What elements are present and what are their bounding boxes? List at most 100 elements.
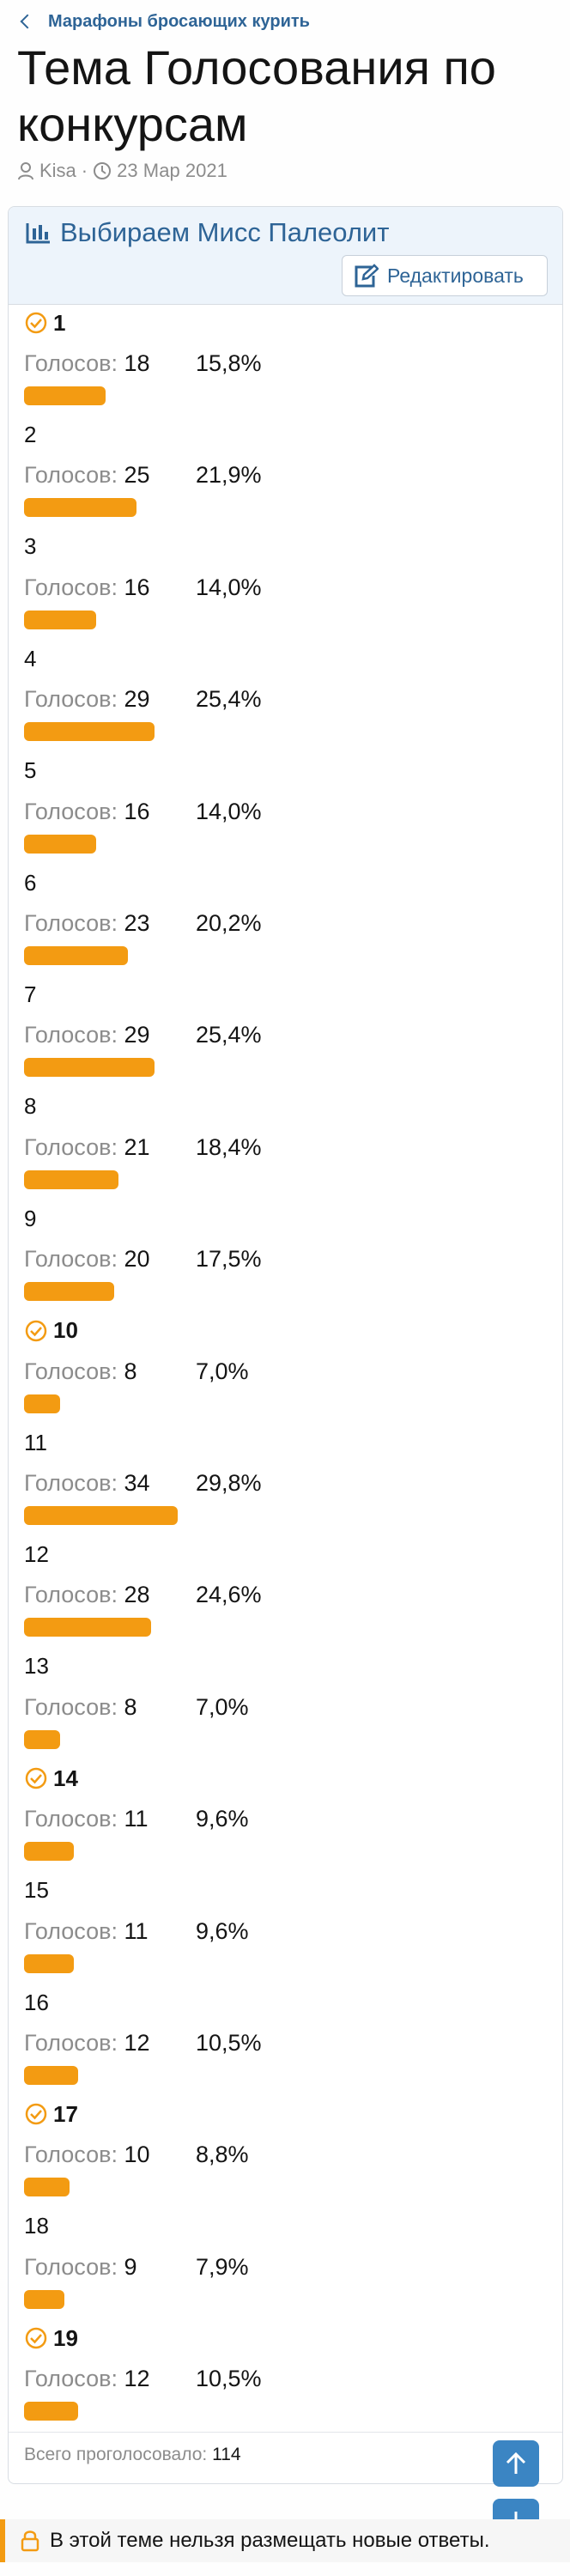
poll-option-votes: Голосов: 12: [24, 2366, 185, 2392]
poll-option-bar: [24, 722, 155, 742]
check-circle-icon: [25, 312, 47, 334]
poll-option-text: 14: [53, 1765, 78, 1791]
poll-option-votes: Голосов: 16: [24, 574, 185, 601]
poll-option-votes: Голосов: 10: [24, 2142, 185, 2168]
breadcrumb-link[interactable]: Марафоны бросающих курить: [48, 12, 310, 32]
poll-option-label: 4: [24, 643, 36, 674]
votes-prefix: Голосов:: [24, 1917, 118, 1944]
votes-count: 12: [124, 2030, 150, 2056]
poll-option-text: 4: [24, 645, 37, 671]
poll-option-votes: Голосов: 8: [24, 1694, 185, 1721]
poll-option-votes: Голосов: 29: [24, 686, 185, 713]
votes-prefix: Голосов:: [24, 2253, 118, 2280]
check-circle-icon: [25, 1320, 47, 1341]
poll-header: Выбираем Мисс Палеолит Редактировать: [9, 207, 562, 305]
page-title: Тема Голосования по конкурсам: [17, 40, 496, 151]
votes-prefix: Голосов:: [24, 1470, 118, 1496]
poll-option-label: 6: [24, 867, 36, 898]
poll-option-bar: [24, 946, 128, 965]
user-icon: [18, 162, 33, 180]
poll-total: Всего проголосовало: 114: [9, 2432, 562, 2483]
poll-option: 4 Голосов: 29 25,4%: [24, 643, 539, 755]
arrow-up-icon: [506, 2451, 526, 2474]
back-arrow-icon[interactable]: [20, 14, 35, 29]
poll-option-percent: 21,9%: [196, 462, 262, 489]
poll-option-percent: 29,8%: [196, 1470, 262, 1496]
poll-option-bar: [24, 2066, 78, 2085]
poll-option-label: 5: [24, 756, 36, 787]
clock-icon: [94, 162, 112, 179]
poll-option-bar: [24, 2178, 70, 2197]
poll-option: 12 Голосов: 28 24,6%: [24, 1539, 539, 1650]
poll-option-label: 15: [24, 1875, 49, 1906]
poll-option-bar: [24, 1282, 114, 1302]
thread-date[interactable]: 23 Мар 2021: [117, 160, 227, 182]
poll-option-text: 8: [24, 1093, 37, 1120]
poll-option-percent: 7,9%: [196, 2253, 249, 2280]
thread-locked-notice: В этой теме нельзя размещать новые ответ…: [0, 2519, 570, 2562]
poll-title: Выбираем Мисс Палеолит: [26, 217, 389, 248]
poll-option-label: 12: [24, 1539, 49, 1570]
votes-count: 16: [124, 798, 150, 824]
poll-option-bar: [24, 498, 136, 518]
poll-option-votes: Голосов: 23: [24, 910, 185, 937]
poll-option: 9 Голосов: 20 17,5%: [24, 1203, 539, 1315]
poll-option: 18 Голосов: 9 7,9%: [24, 2211, 539, 2323]
poll-option: 6 Голосов: 23 20,2%: [24, 867, 539, 979]
poll-option-label: 14: [24, 1763, 78, 1794]
votes-count: 29: [124, 1022, 150, 1048]
poll-option-percent: 14,0%: [196, 574, 262, 600]
votes-prefix: Голосов:: [24, 1693, 118, 1720]
poll-option-text: 19: [53, 2324, 78, 2351]
notice-text: В этой теме нельзя размещать новые ответ…: [50, 2529, 490, 2552]
poll-option: 7 Голосов: 29 25,4%: [24, 979, 539, 1091]
poll-option-text: 18: [24, 2213, 49, 2239]
poll-option: 13 Голосов: 8 7,0%: [24, 1651, 539, 1763]
poll-option-text: 11: [24, 1429, 47, 1455]
edit-poll-button[interactable]: Редактировать: [342, 255, 548, 296]
poll-option-percent: 25,4%: [196, 1022, 262, 1048]
poll-option-label: 13: [24, 1651, 49, 1682]
votes-prefix: Голосов:: [24, 2030, 118, 2056]
votes-prefix: Голосов:: [24, 798, 118, 824]
poll-option-bar: [24, 2402, 78, 2421]
poll-option-votes: Голосов: 21: [24, 1134, 185, 1161]
poll-option-votes: Голосов: 16: [24, 799, 185, 825]
poll-option-bar: [24, 1506, 178, 1525]
poll-option-percent: 18,4%: [196, 1133, 262, 1160]
poll-option: 8 Голосов: 21 18,4%: [24, 1091, 539, 1203]
votes-prefix: Голосов:: [24, 686, 118, 713]
poll-option: 5 Голосов: 16 14,0%: [24, 756, 539, 867]
poll-option-bar: [24, 834, 96, 854]
poll-option-votes: Голосов: 11: [24, 1918, 185, 1945]
votes-prefix: Голосов:: [24, 1022, 118, 1048]
poll-option-votes: Голосов: 25: [24, 462, 185, 489]
poll-option-percent: 25,4%: [196, 686, 262, 713]
scroll-up-button[interactable]: [493, 2440, 539, 2487]
poll-option-label: 3: [24, 532, 36, 562]
votes-prefix: Голосов:: [24, 910, 118, 936]
votes-prefix: Голосов:: [24, 1246, 118, 1273]
poll-option: 3 Голосов: 16 14,0%: [24, 532, 539, 643]
poll-option-bar: [24, 1394, 60, 1413]
author-link[interactable]: Kisa: [39, 160, 76, 182]
poll-option: 2 Голосов: 25 21,9%: [24, 419, 539, 531]
poll-option-text: 15: [24, 1877, 49, 1904]
poll-option-bar: [24, 1953, 74, 1973]
poll-block: Выбираем Мисс Палеолит Редактировать 1 Го…: [8, 206, 563, 2484]
breadcrumb[interactable]: Марафоны бросающих курить: [19, 9, 310, 34]
poll-option-votes: Голосов: 9: [24, 2254, 185, 2281]
votes-prefix: Голосов:: [24, 2142, 118, 2168]
poll-option-text: 6: [24, 869, 37, 896]
poll-total-value: 114: [212, 2445, 241, 2464]
poll-option: 16 Голосов: 12 10,5%: [24, 1987, 539, 2099]
poll-option-percent: 14,0%: [196, 798, 262, 824]
votes-prefix: Голосов:: [24, 1133, 118, 1160]
poll-option-bar: [24, 1170, 118, 1189]
poll-option-percent: 10,5%: [196, 2366, 262, 2392]
poll-option-label: 19: [24, 2323, 78, 2354]
poll-total-label: Всего проголосовало:: [24, 2445, 208, 2464]
poll-option-percent: 17,5%: [196, 1246, 262, 1273]
poll-option-percent: 15,8%: [196, 350, 262, 376]
poll-option-label: 9: [24, 1203, 36, 1234]
